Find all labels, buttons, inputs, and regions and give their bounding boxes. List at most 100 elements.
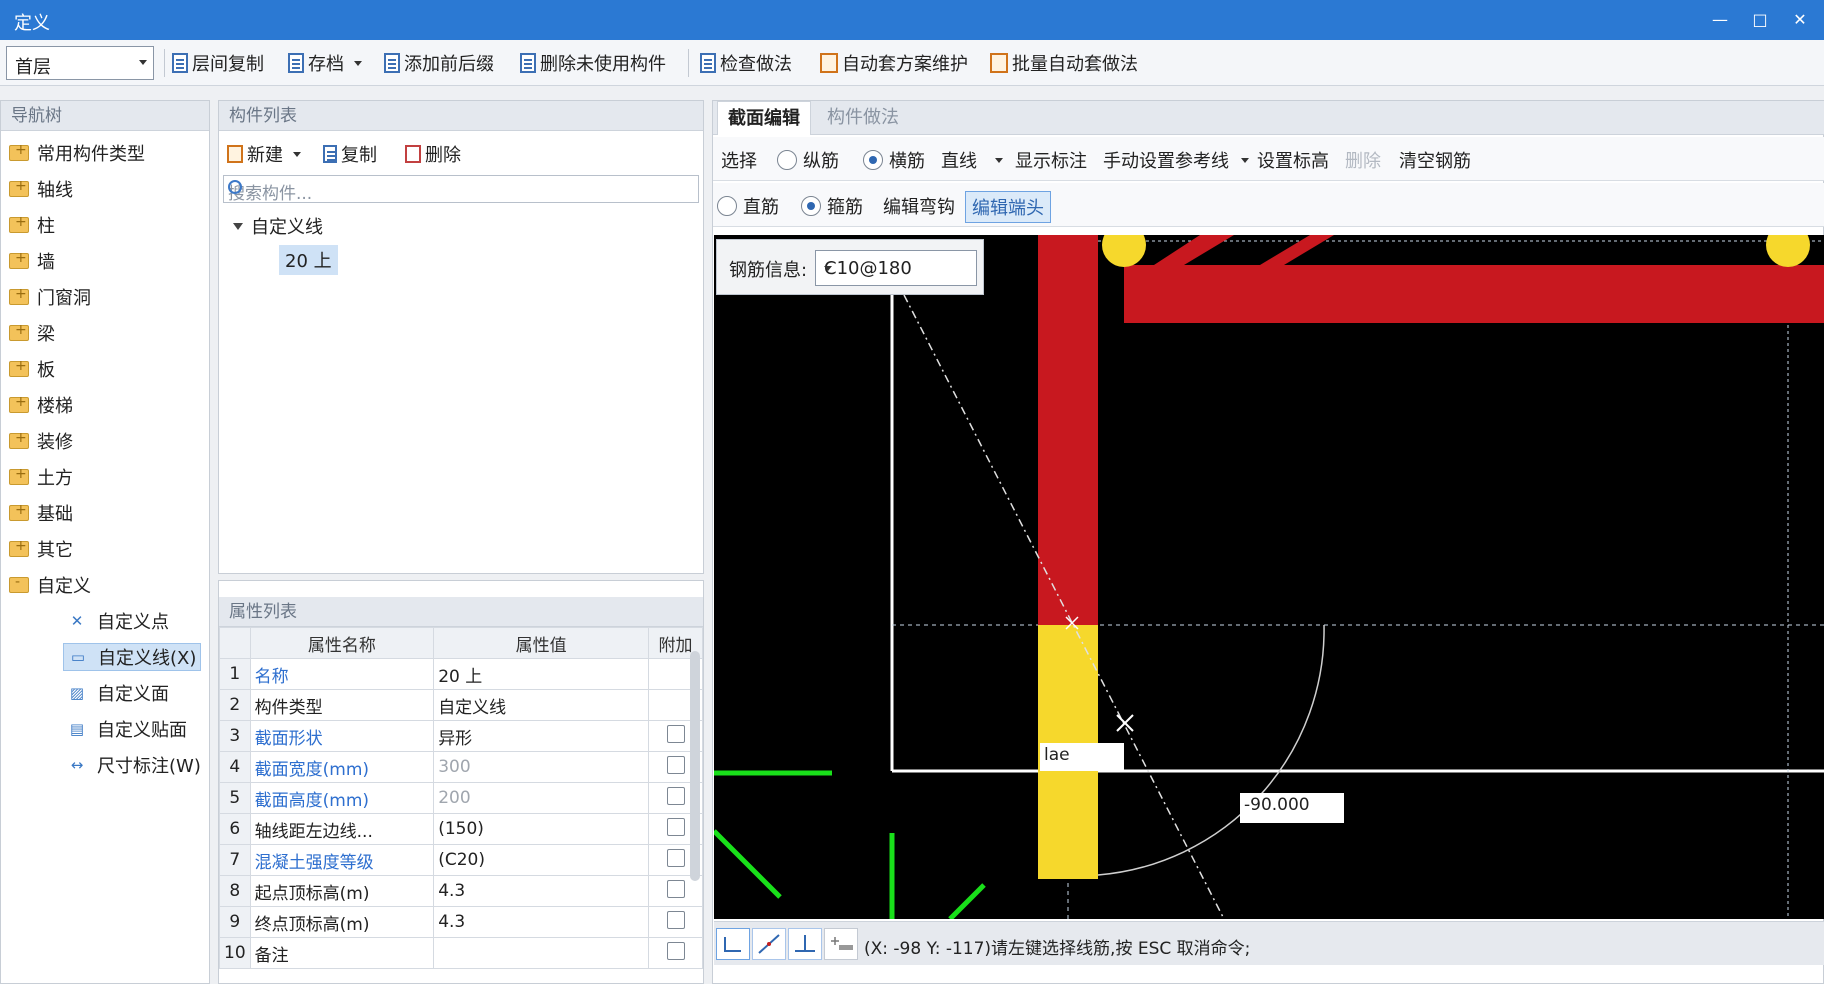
- table-row[interactable]: 2 构件类型 自定义线: [219, 689, 703, 721]
- component-list-panel: 构件列表 新建 复制 删除 搜索构件... 自定义线 20 上: [218, 100, 704, 574]
- prop-value[interactable]: 4.3: [433, 906, 650, 938]
- table-row[interactable]: 3 截面形状 异形: [219, 720, 703, 752]
- table-row[interactable]: 10 备注: [219, 937, 703, 969]
- folder-icon: [9, 250, 29, 269]
- nav-item-other[interactable]: 其它: [9, 535, 73, 563]
- snap-perpendicular-icon[interactable]: [788, 928, 822, 960]
- collapse-icon[interactable]: [233, 222, 243, 230]
- snap-offset-icon[interactable]: [824, 928, 858, 960]
- delete-unused-button[interactable]: 删除未使用构件: [520, 50, 666, 76]
- nav-item-opening[interactable]: 门窗洞: [9, 283, 91, 311]
- nav-item-slab[interactable]: 板: [9, 355, 55, 383]
- table-row[interactable]: 6 轴线距左边线... (150): [219, 813, 703, 845]
- copy-button[interactable]: 复制: [323, 141, 377, 167]
- table-row[interactable]: 1 名称 20 上: [219, 658, 703, 690]
- edit-hook-button[interactable]: 编辑弯钩: [883, 193, 955, 219]
- close-button[interactable]: ✕: [1784, 6, 1816, 34]
- checkbox[interactable]: [666, 786, 685, 805]
- delete-button[interactable]: 删除: [405, 141, 461, 167]
- clear-rebar-button[interactable]: 清空钢筋: [1399, 147, 1471, 173]
- nav-item-wall[interactable]: 墙: [9, 247, 55, 275]
- straight-rebar-radio[interactable]: 直筋: [717, 193, 779, 219]
- set-elevation-button[interactable]: 设置标高: [1257, 147, 1329, 173]
- prop-value[interactable]: 异形: [433, 720, 650, 752]
- search-icon[interactable]: [228, 180, 242, 194]
- rebar-info-select[interactable]: C10@180: [815, 250, 977, 286]
- table-row[interactable]: 7 混凝土强度等级 (C20): [219, 844, 703, 876]
- checkbox[interactable]: [666, 910, 685, 929]
- nav-item-axis[interactable]: 轴线: [9, 175, 73, 203]
- prop-value[interactable]: [433, 937, 650, 969]
- prop-value[interactable]: 200: [433, 782, 650, 814]
- snap-midpoint-icon[interactable]: [752, 928, 786, 960]
- tree-leaf-selected[interactable]: 20 上: [279, 245, 338, 275]
- prop-value[interactable]: (C20): [433, 844, 650, 876]
- floor-select[interactable]: 首层: [6, 46, 154, 80]
- checkbox[interactable]: [666, 724, 685, 743]
- maximize-button[interactable]: □: [1744, 6, 1776, 34]
- line-type-dropdown[interactable]: 直线: [941, 147, 1003, 173]
- angle-input[interactable]: -90.000: [1240, 793, 1344, 823]
- nav-child-dimension[interactable]: ↔ 尺寸标注(W): [63, 751, 205, 779]
- copy-between-floors-button[interactable]: 层间复制: [172, 50, 264, 76]
- stirrup-radio[interactable]: 箍筋: [801, 193, 863, 219]
- nav-item-common[interactable]: 常用构件类型: [9, 139, 145, 167]
- property-table: 属性名称 属性值 附加 1 名称 20 上 2 构件类型 自定义线 3 截面形状 异形 4截…: [219, 627, 703, 969]
- prop-value[interactable]: (150): [433, 813, 650, 845]
- select-button[interactable]: 选择: [721, 147, 757, 173]
- longitudinal-radio[interactable]: 纵筋: [777, 147, 839, 173]
- delete-icon: [405, 145, 421, 163]
- nav-child-custom-line[interactable]: ▭ 自定义线(X): [63, 643, 202, 671]
- minimize-button[interactable]: —: [1704, 6, 1736, 34]
- checkbox[interactable]: [666, 879, 685, 898]
- table-row[interactable]: 5 截面高度(mm) 200: [219, 782, 703, 814]
- nav-item-custom[interactable]: 自定义: [9, 571, 91, 599]
- search-input[interactable]: 搜索构件...: [223, 175, 699, 204]
- nav-item-earthwork[interactable]: 土方: [9, 463, 73, 491]
- checkbox[interactable]: [666, 941, 685, 960]
- nav-item-decoration[interactable]: 装修: [9, 427, 73, 455]
- vertical-scrollbar[interactable]: [690, 651, 700, 881]
- add-prefix-suffix-button[interactable]: 添加前后缀: [384, 50, 494, 76]
- prop-value[interactable]: 300: [433, 751, 650, 783]
- checkbox[interactable]: [666, 755, 685, 774]
- checkbox[interactable]: [666, 848, 685, 867]
- drawing-canvas[interactable]: 钢筋信息: C10@180 lae -90.000: [714, 235, 1824, 919]
- tree-root-custom-line[interactable]: 自定义线: [233, 213, 323, 239]
- nav-child-custom-face[interactable]: ▨ 自定义面: [63, 679, 173, 707]
- lae-label[interactable]: lae: [1040, 743, 1124, 771]
- checkbox[interactable]: [666, 817, 685, 836]
- tab-component-method[interactable]: 构件做法: [817, 101, 909, 135]
- archive-button[interactable]: 存档: [288, 50, 362, 76]
- check-method-button[interactable]: 检查做法: [700, 50, 792, 76]
- main-toolbar: 首层 层间复制 存档 添加前后缀 删除未使用构件 检查做法 自动套方案维护 批量…: [0, 40, 1824, 86]
- table-row[interactable]: 4 截面宽度(mm) 300: [219, 751, 703, 783]
- nav-item-beam[interactable]: 梁: [9, 319, 55, 347]
- nav-child-label: 尺寸标注(W): [97, 756, 201, 777]
- tab-section-edit[interactable]: 截面编辑: [717, 101, 811, 135]
- transverse-radio[interactable]: 横筋: [863, 147, 925, 173]
- nav-child-custom-cladding[interactable]: ▤ 自定义贴面: [63, 715, 191, 743]
- snap-corner-icon[interactable]: [716, 928, 750, 960]
- radio-icon: [777, 150, 797, 170]
- edit-end-button[interactable]: 编辑端头: [965, 191, 1051, 223]
- prop-extra: [648, 937, 703, 969]
- delete-rebar-button[interactable]: 删除: [1345, 147, 1381, 173]
- nav-item-foundation[interactable]: 基础: [9, 499, 73, 527]
- col-value: 属性值: [433, 627, 650, 659]
- auto-scheme-button[interactable]: 自动套方案维护: [820, 50, 968, 76]
- manual-ref-line-button[interactable]: 手动设置参考线: [1103, 147, 1249, 173]
- prop-value[interactable]: 20 上: [433, 658, 650, 690]
- nav-item-stair[interactable]: 楼梯: [9, 391, 73, 419]
- new-button[interactable]: 新建: [227, 141, 301, 167]
- show-dims-button[interactable]: 显示标注: [1015, 147, 1087, 173]
- prop-value[interactable]: 4.3: [433, 875, 650, 907]
- table-row[interactable]: 9 终点顶标高(m) 4.3: [219, 906, 703, 938]
- table-row[interactable]: 8 起点顶标高(m) 4.3: [219, 875, 703, 907]
- nav-child-custom-point[interactable]: ✕ 自定义点: [63, 607, 173, 635]
- prop-value[interactable]: 自定义线: [433, 689, 650, 721]
- chevron-down-icon: [354, 60, 362, 66]
- nav-child-label: 自定义贴面: [97, 720, 187, 741]
- nav-item-column[interactable]: 柱: [9, 211, 55, 239]
- batch-auto-button[interactable]: 批量自动套做法: [990, 50, 1138, 76]
